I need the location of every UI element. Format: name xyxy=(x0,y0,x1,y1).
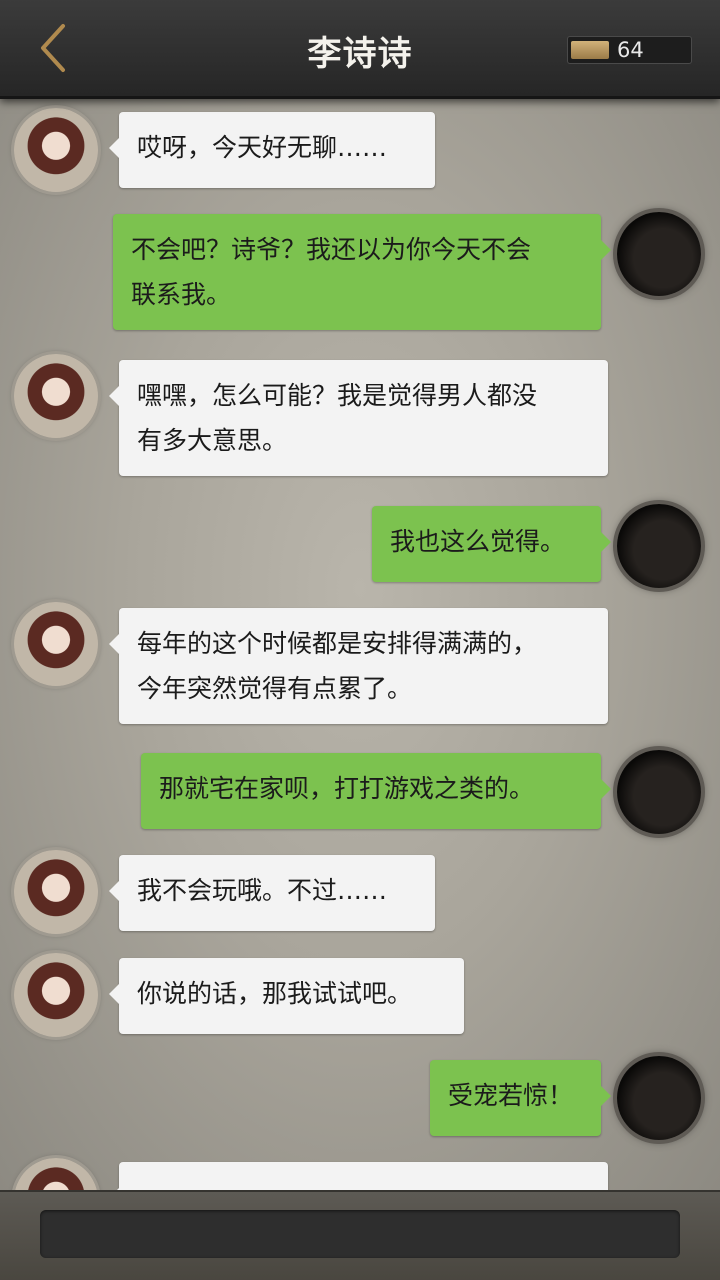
user-avatar[interactable] xyxy=(617,212,701,296)
message-bubble: 我也这么觉得。 xyxy=(372,506,611,582)
message-bubble: 哎呀，今天好无聊…… xyxy=(109,112,435,188)
reply-input[interactable] xyxy=(40,1210,680,1258)
message-bubble: 不会吧？诗爷？我还以为你今天不会 联系我。 xyxy=(113,214,611,330)
contact-avatar[interactable] xyxy=(14,1158,98,1190)
chat-background: 哎呀，今天好无聊…… 不会吧？诗爷？我还以为你今天不会 联系我。 嘿嘿，怎么可能… xyxy=(0,96,720,1190)
message-bubble: 我不会玩哦。不过…… xyxy=(109,855,435,931)
top-bar: 李诗诗 64 xyxy=(0,0,720,99)
contact-avatar[interactable] xyxy=(14,850,98,934)
user-avatar[interactable] xyxy=(617,1056,701,1140)
user-avatar[interactable] xyxy=(617,504,701,588)
contact-avatar[interactable] xyxy=(14,108,98,192)
message-bubble: 嘿嘿，怎么可能？我是觉得男人都没 有多大意思。 xyxy=(109,360,608,476)
coin-count: 64 xyxy=(617,38,644,62)
coin-counter[interactable]: 64 xyxy=(567,36,692,64)
bottom-bar xyxy=(0,1190,720,1280)
message-bubble xyxy=(109,1162,608,1190)
message-bubble: 受宠若惊！ xyxy=(430,1060,611,1136)
contact-avatar[interactable] xyxy=(14,953,98,1037)
message-bubble: 那就宅在家呗，打打游戏之类的。 xyxy=(141,753,611,829)
message-bubble: 你说的话，那我试试吧。 xyxy=(109,958,464,1034)
contact-avatar[interactable] xyxy=(14,354,98,438)
contact-avatar[interactable] xyxy=(14,602,98,686)
user-avatar[interactable] xyxy=(617,750,701,834)
message-bubble: 每年的这个时候都是安排得满满的， 今年突然觉得有点累了。 xyxy=(109,608,608,724)
gold-bar-icon xyxy=(571,41,609,59)
